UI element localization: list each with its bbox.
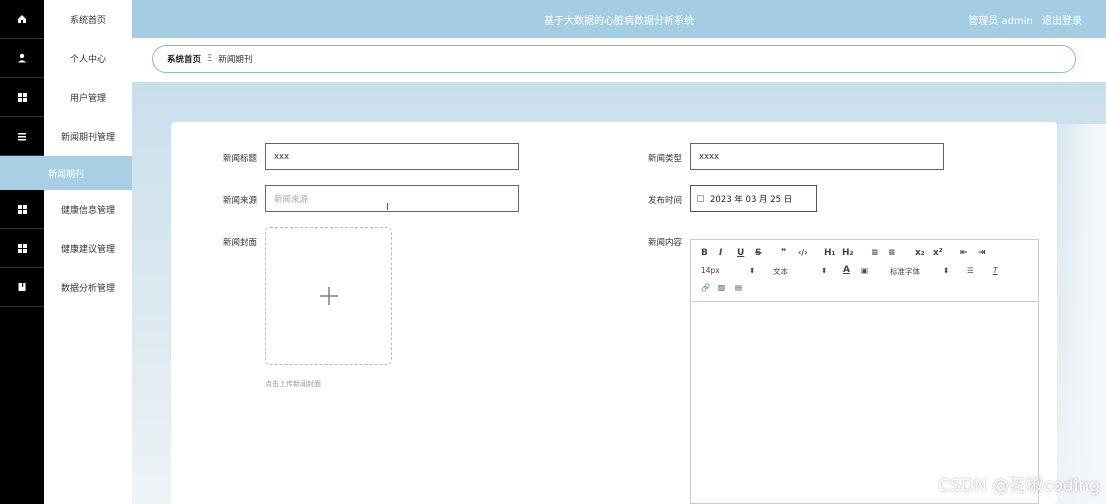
title-label: 新闻标题 [223, 154, 258, 164]
home-icon [0, 0, 44, 39]
plus-icon [319, 287, 338, 305]
logout-link[interactable]: 退出登录 [1042, 16, 1082, 27]
indent-button[interactable]: ⇥ [978, 248, 986, 258]
italic-button[interactable]: I [719, 248, 722, 258]
source-input[interactable]: 新闻来源 [265, 185, 519, 212]
bullet-list-button[interactable]: ≡ [888, 248, 896, 258]
sidebar-item-label: 健康建议管理 [60, 245, 115, 255]
cover-label: 新闻封面 [223, 238, 258, 248]
date-picker[interactable]: 2023 年 03 月 25 日 [690, 185, 817, 212]
h1-button[interactable]: H₁ [824, 248, 835, 258]
font-family-select[interactable]: 标准字体 [890, 266, 920, 277]
sidebar-item-news[interactable]: 新闻期刊 [0, 156, 132, 190]
sidebar-item-health-info[interactable]: 健康信息管理 [0, 190, 132, 229]
ordered-list-button[interactable]: ≡ [871, 248, 879, 258]
grid-icon [0, 78, 44, 117]
strike-button[interactable]: S [755, 248, 761, 258]
quote-button[interactable]: ❞ [781, 248, 786, 258]
top-header: 基于大数据的心脏病数据分析系统 管理员 admin 退出登录 [132, 0, 1106, 38]
watermark: CSDN @花椒coding [938, 476, 1100, 496]
sidebar-item-label: 数据分析管理 [60, 284, 115, 294]
font-color-button[interactable]: A [843, 265, 850, 275]
video-icon[interactable]: ▤ [735, 283, 742, 292]
chevron-updown-icon: ⬍ [821, 266, 828, 275]
sidebar-item-analysis[interactable]: 数据分析管理 [0, 268, 132, 307]
breadcrumb: 系统首页 Ξ 新闻期刊 [152, 45, 1076, 73]
sidebar-item-home[interactable]: 系统首页 [0, 0, 132, 39]
date-label: 发布时间 [648, 196, 683, 206]
sidebar-item-label: 用户管理 [69, 94, 106, 104]
book-icon [0, 268, 44, 307]
breadcrumb-home[interactable]: 系统首页 [167, 53, 201, 65]
sidebar-item-label: 新闻期刊 [48, 169, 85, 180]
cover-hint: 点击上传新闻封面 [265, 380, 321, 388]
sidebar-item-users[interactable]: 用户管理 [0, 78, 132, 117]
superscript-button[interactable]: x² [933, 248, 943, 258]
cover-upload[interactable] [265, 227, 392, 365]
rich-text-editor[interactable]: B I U S ❞ ‹/› H₁ H₂ ≡ ≡ x₂ x² ⇤ ⇥ 14px ⬍… [690, 239, 1039, 504]
person-icon [0, 39, 44, 78]
sidebar-item-label: 系统首页 [69, 16, 106, 26]
subscript-button[interactable]: x₂ [915, 248, 925, 258]
type-label: 新闻类型 [648, 154, 683, 164]
text-cursor-icon: I [386, 202, 389, 213]
content-label: 新闻内容 [648, 238, 683, 248]
link-icon[interactable]: 🔗 [701, 283, 710, 292]
type-input[interactable]: xxxx [690, 143, 944, 170]
sidebar-item-label: 健康信息管理 [60, 206, 115, 216]
align-icon[interactable]: ☰ [967, 266, 974, 275]
outdent-button[interactable]: ⇤ [960, 248, 968, 258]
grid-icon [0, 190, 44, 229]
text-style-select[interactable]: 文本 [773, 266, 788, 277]
sidebar-item-label: 个人中心 [69, 55, 106, 65]
sidebar: 系统首页 个人中心 用户管理 新闻期刊管理 新闻期刊 健康信息管理 健康建议管理… [0, 0, 132, 504]
underline-button[interactable]: U [737, 248, 744, 258]
user-area: 管理员 admin 退出登录 [962, 12, 1082, 27]
breadcrumb-bar: 系统首页 Ξ 新闻期刊 [132, 38, 1106, 82]
calendar-icon [697, 195, 704, 202]
clear-format-icon[interactable]: T [993, 266, 998, 275]
code-button[interactable]: ‹/› [798, 248, 808, 257]
h2-button[interactable]: H₂ [842, 248, 853, 258]
chevron-updown-icon: ⬍ [749, 266, 756, 275]
chevron-updown-icon: ⬍ [943, 266, 950, 275]
sidebar-item-label: 新闻期刊管理 [60, 133, 115, 143]
user-name: 管理员 admin [968, 16, 1033, 27]
sidebar-item-news-mgmt[interactable]: 新闻期刊管理 [0, 117, 132, 156]
font-size-select[interactable]: 14px [701, 266, 720, 275]
background-color-icon[interactable]: ▣ [861, 266, 868, 275]
title-input[interactable]: xxx [265, 143, 519, 170]
breadcrumb-current: 新闻期刊 [218, 55, 253, 65]
date-value: 2023 年 03 月 25 日 [710, 194, 793, 205]
breadcrumb-separator: Ξ [207, 54, 213, 64]
image-icon[interactable]: ▨ [718, 283, 725, 292]
list-icon [0, 117, 44, 156]
sidebar-item-health-advice[interactable]: 健康建议管理 [0, 229, 132, 268]
sidebar-item-profile[interactable]: 个人中心 [0, 39, 132, 78]
source-label: 新闻来源 [223, 196, 258, 206]
grid-icon [0, 229, 44, 268]
bold-button[interactable]: B [701, 248, 708, 258]
editor-toolbar: B I U S ❞ ‹/› H₁ H₂ ≡ ≡ x₂ x² ⇤ ⇥ 14px ⬍… [691, 240, 1038, 302]
app-title: 基于大数据的心脏病数据分析系统 [544, 16, 694, 27]
